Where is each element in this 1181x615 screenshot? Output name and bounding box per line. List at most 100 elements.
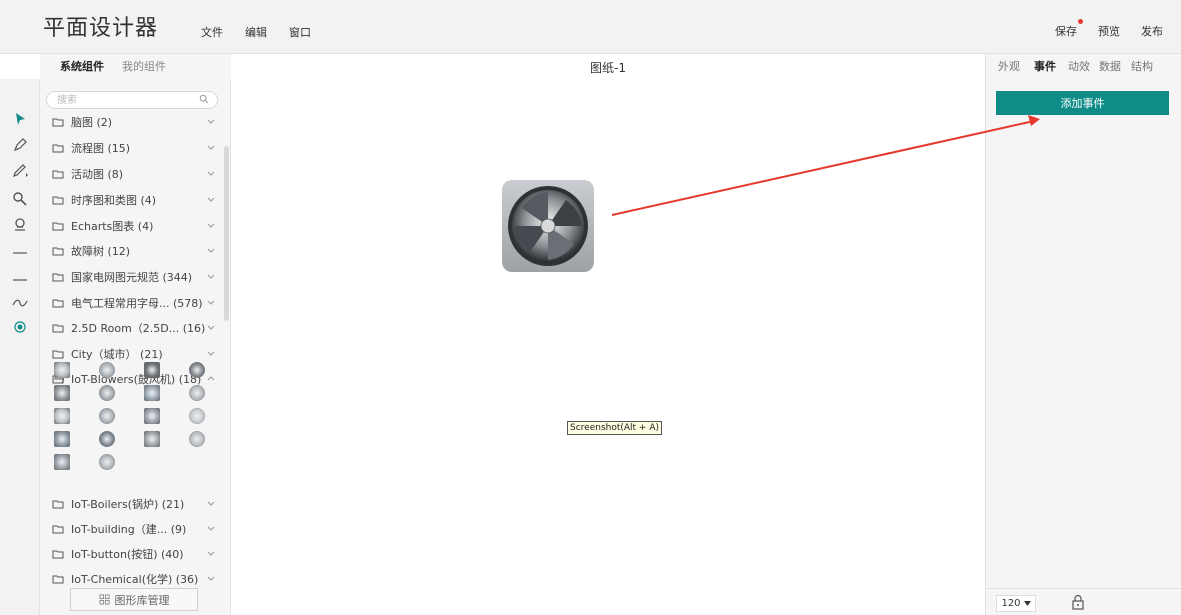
folder-icon: [52, 247, 64, 256]
add-event-button[interactable]: 添加事件: [996, 91, 1169, 115]
blower-thumbnail[interactable]: [54, 431, 70, 447]
category-item[interactable]: IoT-building（建... (9): [52, 519, 216, 539]
folder-icon: [52, 222, 64, 231]
category-label: 电气工程常用字母... (578): [71, 297, 203, 310]
blower-thumbnail-icon: [189, 385, 205, 401]
category-item[interactable]: Echarts图表 (4): [52, 216, 216, 236]
folder-icon: [52, 550, 64, 559]
tab-system-components[interactable]: 系统组件: [60, 58, 104, 82]
category-item[interactable]: 故障树 (12): [52, 241, 216, 261]
polyline-tool[interactable]: [10, 269, 30, 289]
folder-icon: [52, 299, 64, 308]
blower-thumbnail[interactable]: [99, 408, 115, 424]
line-icon: [13, 252, 27, 254]
blower-thumbnail-icon: [144, 408, 160, 424]
pen-tool[interactable]: [10, 135, 30, 155]
grid-icon: [98, 594, 110, 605]
select-tool[interactable]: [10, 109, 30, 129]
menu-file[interactable]: 文件: [201, 24, 223, 40]
category-label: IoT-building（建... (9): [71, 523, 187, 536]
zoom-select[interactable]: 120: [996, 595, 1036, 612]
blower-thumbnail[interactable]: [144, 431, 160, 447]
menu-window[interactable]: 窗口: [289, 24, 311, 40]
blower-thumbnail[interactable]: [54, 408, 70, 424]
blower-thumbnail-icon: [99, 362, 115, 378]
blower-thumbnail-icon: [99, 431, 115, 447]
drawing-canvas[interactable]: Screenshot(Alt + A): [232, 79, 985, 615]
folder-icon: [52, 575, 64, 584]
blower-thumbnail[interactable]: [99, 362, 115, 378]
sheet-title[interactable]: 图纸-1: [590, 59, 626, 76]
pen-icon: [13, 138, 27, 152]
blower-thumbnail[interactable]: [54, 385, 70, 401]
category-item[interactable]: 活动图 (8): [52, 164, 216, 184]
category-item[interactable]: 2.5D Room（2.5D... (16): [52, 318, 216, 338]
unsaved-dot-icon: [1078, 19, 1083, 24]
blower-thumbnail[interactable]: [54, 454, 70, 470]
publish-button[interactable]: 发布: [1141, 23, 1163, 39]
category-item[interactable]: IoT-button(按钮) (40): [52, 544, 216, 564]
chevron-down-icon: [207, 300, 215, 305]
chevron-down-icon: [207, 223, 215, 228]
top-bar: 平面设计器 文件 编辑 窗口 保存 预览 发布: [0, 0, 1181, 54]
library-manage-button[interactable]: 图形库管理: [70, 588, 198, 611]
chevron-down-icon: [207, 119, 215, 124]
category-item[interactable]: City（城市） (21): [52, 344, 216, 364]
properties-panel: 添加事件 120: [985, 79, 1181, 615]
blower-thumbnail[interactable]: [189, 408, 205, 424]
blower-thumbnail[interactable]: [189, 385, 205, 401]
wave-icon: [12, 299, 28, 307]
search-input[interactable]: [47, 92, 187, 109]
folder-icon: [52, 144, 64, 153]
tab-structure[interactable]: 结构: [1131, 58, 1153, 74]
blower-thumbnail[interactable]: [99, 385, 115, 401]
blower-thumbnail[interactable]: [189, 362, 205, 378]
tab-data[interactable]: 数据: [1099, 58, 1121, 74]
category-label: IoT-Chemical(化学) (36): [71, 573, 199, 586]
tab-animation[interactable]: 动效: [1068, 58, 1090, 74]
chevron-down-icon: [207, 551, 215, 556]
zoom-tool[interactable]: [10, 189, 30, 209]
chevron-down-icon: [207, 526, 215, 531]
library-scrollbar[interactable]: [224, 146, 229, 321]
chevron-up-icon: [207, 376, 215, 381]
curve-tool[interactable]: [10, 293, 30, 313]
folder-icon: [52, 196, 64, 205]
category-item[interactable]: IoT-Boilers(锅炉) (21): [52, 494, 216, 514]
category-item[interactable]: 时序图和类图 (4): [52, 190, 216, 210]
blower-thumbnail[interactable]: [144, 385, 160, 401]
tab-my-components[interactable]: 我的组件: [122, 58, 166, 74]
line-tool[interactable]: [10, 243, 30, 263]
save-button[interactable]: 保存: [1055, 19, 1083, 39]
blower-thumbnail[interactable]: [99, 454, 115, 470]
category-item[interactable]: IoT-Chemical(化学) (36): [52, 569, 216, 589]
category-label: City（城市） (21): [71, 348, 163, 361]
category-item[interactable]: 电气工程常用字母... (578): [52, 293, 216, 313]
blower-thumbnail-icon: [189, 431, 205, 447]
tab-events[interactable]: 事件: [1034, 58, 1056, 82]
category-label: 故障树 (12): [71, 245, 131, 258]
stamp-icon: [15, 218, 25, 231]
blower-thumbnail[interactable]: [144, 408, 160, 424]
pointer-icon: [16, 113, 25, 125]
stamp-tool[interactable]: [10, 215, 30, 235]
blower-thumbnail[interactable]: [54, 362, 70, 378]
blower-thumbnail[interactable]: [189, 431, 205, 447]
category-label: IoT-button(按钮) (40): [71, 548, 184, 561]
preview-button[interactable]: 预览: [1098, 23, 1120, 39]
blower-thumbnail[interactable]: [99, 431, 115, 447]
category-label: 脑图 (2): [71, 116, 113, 129]
category-label: IoT-Boilers(锅炉) (21): [71, 498, 185, 511]
pencil-tool[interactable]: [10, 161, 30, 181]
category-item[interactable]: 国家电网图元规范 (344): [52, 267, 216, 287]
lock-icon[interactable]: [1070, 594, 1086, 610]
blower-thumbnail[interactable]: [144, 362, 160, 378]
tab-appearance[interactable]: 外观: [998, 58, 1020, 74]
category-item[interactable]: 流程图 (15): [52, 138, 216, 158]
menu-edit[interactable]: 编辑: [245, 24, 267, 40]
category-item[interactable]: 脑图 (2): [52, 112, 216, 132]
point-tool[interactable]: [10, 317, 30, 337]
category-label: 国家电网图元规范 (344): [71, 271, 193, 284]
search-icon[interactable]: [199, 94, 209, 104]
fan-component[interactable]: [502, 180, 594, 272]
